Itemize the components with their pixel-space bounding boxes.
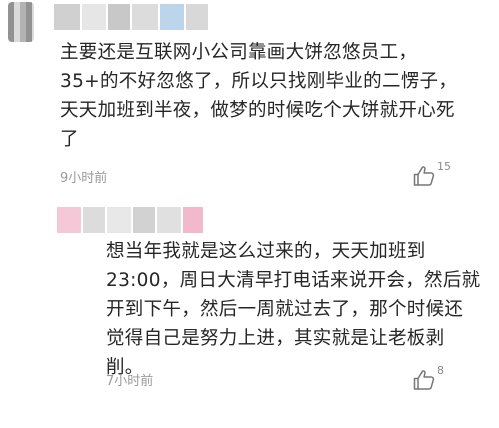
like-count: 8 [437,364,444,377]
username-blurred[interactable] [57,207,205,233]
blur-block [82,4,106,30]
thumb-up-icon [413,370,435,390]
username-blurred[interactable] [54,4,210,30]
avatar[interactable] [8,2,34,42]
blur-block [83,207,105,233]
blur-block [132,4,158,30]
comment-text: 想当年我就是这么过来的，天天加班到23:00，周日大清早打电话来说开会，然后就开… [106,241,481,378]
blur-block [108,4,130,30]
blur-block [157,207,181,233]
comment-item: 主要还是互联网小公司靠画大饼忽悠员工，35+的不好忽悠了，所以只找刚毕业的二愣子… [0,0,499,200]
comment-timestamp: 7小时前 [106,374,154,389]
blur-block [183,207,203,233]
like-button[interactable]: 15 [412,160,482,196]
like-count: 15 [437,160,451,173]
blur-block [133,207,155,233]
comment-text: 主要还是互联网小公司靠画大饼忽悠员工，35+的不好忽悠了，所以只找刚毕业的二愣子… [60,42,458,150]
like-button[interactable]: 8 [412,364,482,400]
blur-block [186,4,208,30]
blur-block [57,207,81,233]
blur-block [107,207,131,233]
reply-item: 想当年我就是这么过来的，天天加班到23:00，周日大清早打电话来说开会，然后就开… [0,200,499,428]
thumb-up-icon [413,166,435,186]
blur-block [160,4,184,30]
comment-timestamp: 9小时前 [60,171,108,186]
blur-block [54,4,80,30]
